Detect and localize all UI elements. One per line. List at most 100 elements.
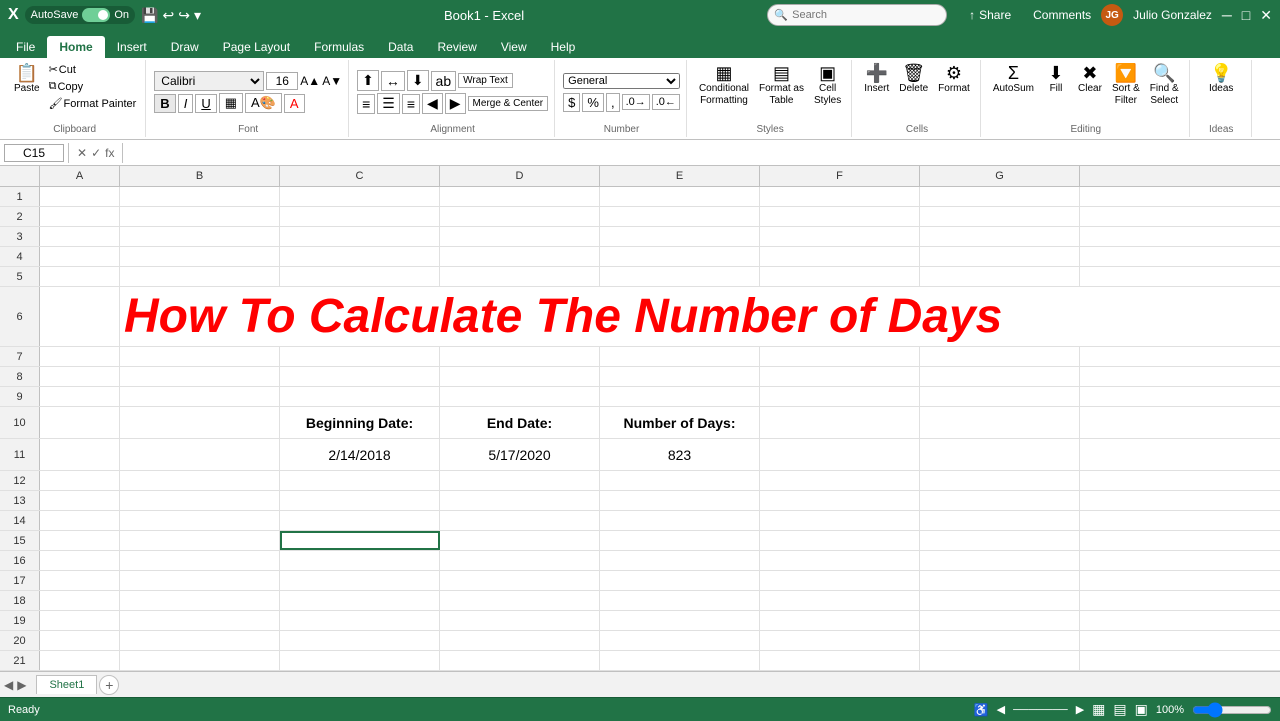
page-break-view-icon[interactable]: ▣ [1135,701,1148,718]
tab-page-layout[interactable]: Page Layout [211,36,302,58]
cell-a14[interactable] [40,511,120,530]
row-header-7[interactable]: 7 [0,347,40,366]
decrease-decimal-button[interactable]: .0← [652,94,680,110]
font-size-increase[interactable]: A▲ [300,74,320,88]
normal-view-icon[interactable]: ▦ [1092,701,1105,718]
cell-d1[interactable] [440,187,600,206]
row-header-14[interactable]: 14 [0,511,40,530]
cell-f12[interactable] [760,471,920,490]
row-header-13[interactable]: 13 [0,491,40,510]
cell-e5[interactable] [600,267,760,286]
row-header-17[interactable]: 17 [0,571,40,590]
cell-e16[interactable] [600,551,760,570]
underline-button[interactable]: U [195,94,216,113]
clear-button[interactable]: ✖ Clear [1074,62,1106,96]
save-icon[interactable]: 💾 [141,7,158,24]
tab-home[interactable]: Home [47,36,104,58]
cell-g19[interactable] [920,611,1080,630]
cell-g15[interactable] [920,531,1080,550]
redo-icon[interactable]: ↪ [178,7,190,24]
row-header-18[interactable]: 18 [0,591,40,610]
cell-b4[interactable] [120,247,280,266]
align-bottom-icon[interactable]: ⬇ [407,70,429,91]
cell-a19[interactable] [40,611,120,630]
col-header-e[interactable]: E [600,166,760,186]
cell-g20[interactable] [920,631,1080,650]
cell-beginning-date-value[interactable]: 2/14/2018 [280,439,440,470]
minimize-button[interactable]: ─ [1222,7,1232,23]
row-header-16[interactable]: 16 [0,551,40,570]
cell-e2[interactable] [600,207,760,226]
cell-c3[interactable] [280,227,440,246]
cell-styles-button[interactable]: ▣ Cell Styles [810,62,845,108]
cell-c7[interactable] [280,347,440,366]
cell-a11[interactable] [40,439,120,470]
cell-g12[interactable] [920,471,1080,490]
row-header-8[interactable]: 8 [0,367,40,386]
cell-g4[interactable] [920,247,1080,266]
cell-e21[interactable] [600,651,760,670]
cell-g9[interactable] [920,387,1080,406]
col-header-c[interactable]: C [280,166,440,186]
cell-f19[interactable] [760,611,920,630]
cell-e7[interactable] [600,347,760,366]
col-header-b[interactable]: B [120,166,280,186]
tab-formulas[interactable]: Formulas [302,36,376,58]
cell-f8[interactable] [760,367,920,386]
scroll-left-icon[interactable]: ◀ [997,703,1005,716]
cell-g1[interactable] [920,187,1080,206]
cell-c12[interactable] [280,471,440,490]
cell-f13[interactable] [760,491,920,510]
align-right-icon[interactable]: ≡ [402,94,420,114]
cell-b7[interactable] [120,347,280,366]
format-as-table-button[interactable]: ▤ Format as Table [755,62,808,108]
cell-d21[interactable] [440,651,600,670]
cell-f3[interactable] [760,227,920,246]
tab-insert[interactable]: Insert [105,36,159,58]
cell-g18[interactable] [920,591,1080,610]
cell-a18[interactable] [40,591,120,610]
cell-d8[interactable] [440,367,600,386]
cell-a20[interactable] [40,631,120,650]
cell-c20[interactable] [280,631,440,650]
font-name-select[interactable]: Calibri [154,71,264,91]
autosave-toggle[interactable]: AutoSave On [25,6,135,24]
cell-b9[interactable] [120,387,280,406]
indent-inc-icon[interactable]: ▶ [445,93,466,114]
cell-e19[interactable] [600,611,760,630]
align-left-icon[interactable]: ≡ [357,94,375,114]
ideas-button[interactable]: 💡 Ideas [1205,62,1237,96]
cell-e9[interactable] [600,387,760,406]
cell-f11[interactable] [760,439,920,470]
row-header-9[interactable]: 9 [0,387,40,406]
search-input[interactable] [767,4,947,26]
cell-g16[interactable] [920,551,1080,570]
cell-b12[interactable] [120,471,280,490]
cell-e4[interactable] [600,247,760,266]
currency-button[interactable]: $ [563,93,580,112]
cell-b16[interactable] [120,551,280,570]
cell-a3[interactable] [40,227,120,246]
indent-dec-icon[interactable]: ◀ [422,93,443,114]
cell-d13[interactable] [440,491,600,510]
cell-c4[interactable] [280,247,440,266]
maximize-button[interactable]: □ [1242,7,1250,23]
cell-c17[interactable] [280,571,440,590]
cell-b20[interactable] [120,631,280,650]
format-button[interactable]: ⚙ Format [934,62,974,96]
col-header-f[interactable]: F [760,166,920,186]
cell-f15[interactable] [760,531,920,550]
cell-d14[interactable] [440,511,600,530]
cell-end-date-header[interactable]: End Date: [440,407,600,438]
cell-d17[interactable] [440,571,600,590]
tab-view[interactable]: View [489,36,539,58]
cell-a1[interactable] [40,187,120,206]
cell-beginning-date-header[interactable]: Beginning Date: [280,407,440,438]
cell-c2[interactable] [280,207,440,226]
formula-input[interactable] [127,146,1276,160]
cell-a16[interactable] [40,551,120,570]
fill-color-button[interactable]: A🎨 [245,93,282,113]
cell-b3[interactable] [120,227,280,246]
cell-a13[interactable] [40,491,120,510]
cell-f10[interactable] [760,407,920,438]
